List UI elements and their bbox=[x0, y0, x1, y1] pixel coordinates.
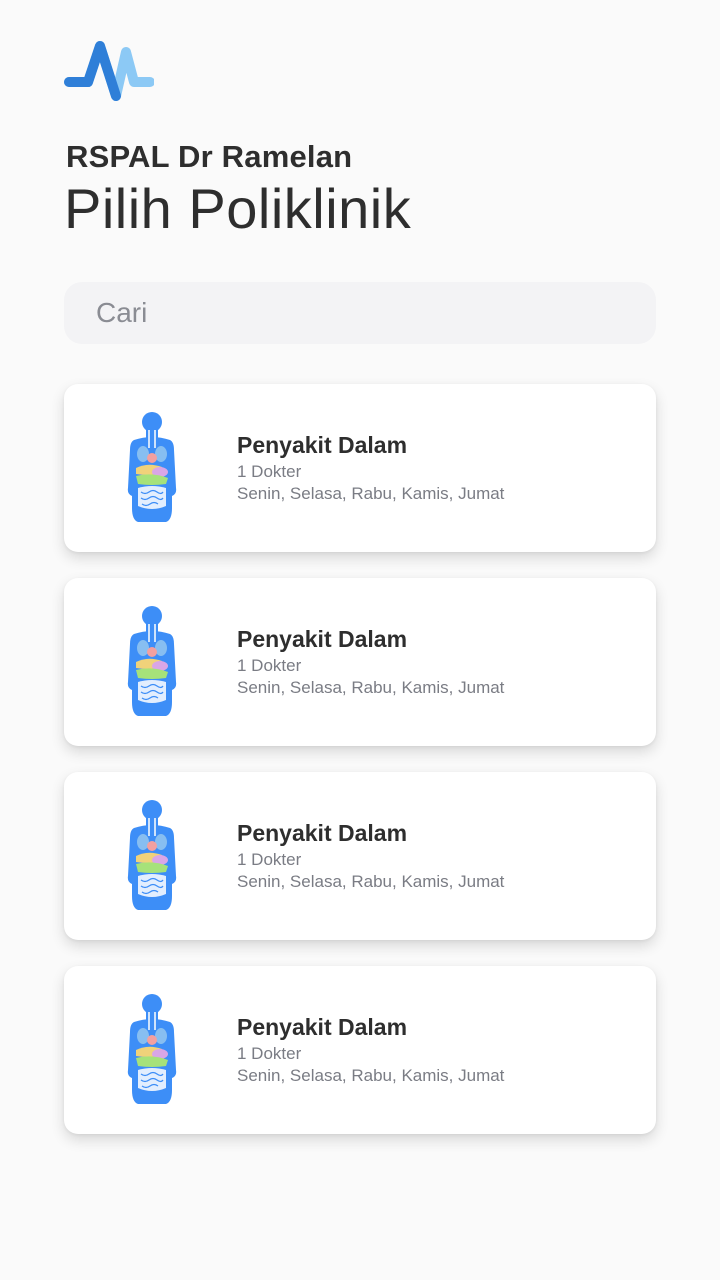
hospital-name: RSPAL Dr Ramelan bbox=[66, 139, 353, 174]
human-body-organs-icon bbox=[127, 800, 177, 910]
clinic-card-2[interactable]: Penyakit Dalam 1 Dokter Senin, Selasa, R… bbox=[64, 578, 656, 746]
clinic-schedule-days: Senin, Selasa, Rabu, Kamis, Jumat bbox=[237, 872, 505, 891]
human-body-organs-icon bbox=[127, 606, 177, 716]
heartbeat-logo-icon bbox=[64, 41, 154, 101]
clinic-doctor-count: 1 Dokter bbox=[237, 850, 302, 869]
search-bar[interactable] bbox=[64, 282, 656, 344]
clinic-name: Penyakit Dalam bbox=[237, 432, 408, 458]
clinic-name: Penyakit Dalam bbox=[237, 1014, 408, 1040]
search-input[interactable] bbox=[96, 297, 624, 329]
clinic-name: Penyakit Dalam bbox=[237, 626, 408, 652]
clinic-schedule-days: Senin, Selasa, Rabu, Kamis, Jumat bbox=[237, 484, 505, 503]
clinic-card-4[interactable]: Penyakit Dalam 1 Dokter Senin, Selasa, R… bbox=[64, 966, 656, 1134]
clinic-name: Penyakit Dalam bbox=[237, 820, 408, 846]
clinic-card-1[interactable]: Penyakit Dalam 1 Dokter Senin, Selasa, R… bbox=[64, 384, 656, 552]
clinic-schedule-days: Senin, Selasa, Rabu, Kamis, Jumat bbox=[237, 678, 505, 697]
clinic-schedule-days: Senin, Selasa, Rabu, Kamis, Jumat bbox=[237, 1066, 505, 1085]
human-body-organs-icon bbox=[127, 994, 177, 1104]
page-title: Pilih Poliklinik bbox=[64, 177, 412, 240]
human-body-organs-icon bbox=[127, 412, 177, 522]
clinic-doctor-count: 1 Dokter bbox=[237, 1044, 302, 1063]
clinic-doctor-count: 1 Dokter bbox=[237, 656, 302, 675]
clinic-card-3[interactable]: Penyakit Dalam 1 Dokter Senin, Selasa, R… bbox=[64, 772, 656, 940]
clinic-doctor-count: 1 Dokter bbox=[237, 462, 302, 481]
